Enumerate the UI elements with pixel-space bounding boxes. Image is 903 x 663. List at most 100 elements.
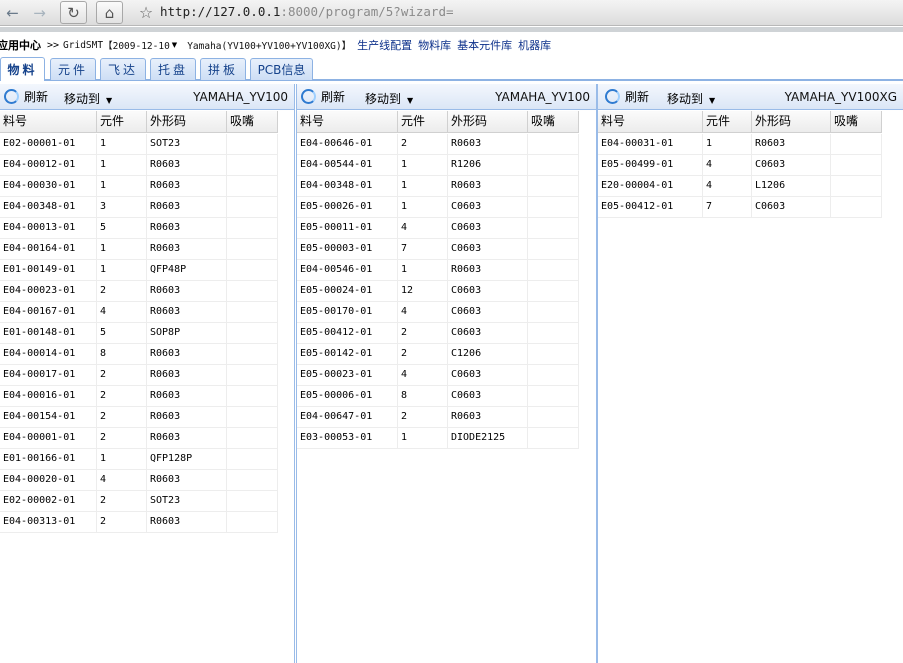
tab-feeder[interactable]: 飞达 [100,58,146,80]
table-row[interactable]: E04-00012-01 1 R0603 [0,155,278,176]
table-row[interactable]: E05-00006-01 8 C0603 [297,386,579,407]
cell-nozzle [227,386,278,407]
table-row[interactable]: E04-00154-01 2 R0603 [0,407,278,428]
col-header-component[interactable]: 元件 [398,111,448,133]
table-row[interactable]: E05-00412-01 2 C0603 [297,323,579,344]
table-row[interactable]: E04-00348-01 3 R0603 [0,197,278,218]
cell-part-no: E05-00499-01 [598,155,703,176]
cell-component: 2 [398,344,448,365]
table-row[interactable]: E05-00026-01 1 C0603 [297,197,579,218]
table-row[interactable]: E04-00313-01 2 R0603 [0,512,278,533]
link-component-library[interactable]: 基本元件库 [457,37,512,53]
table-row[interactable]: E02-00001-01 1 SOT23 [0,134,278,155]
col-header-package[interactable]: 外形码 [752,111,831,133]
table-row[interactable]: E05-00499-01 4 C0603 [598,155,882,176]
tab-pcb-info[interactable]: PCB信息 [250,58,313,80]
link-line-config[interactable]: 生产线配置 [357,37,412,53]
table-row[interactable]: E01-00148-01 5 SOP8P [0,323,278,344]
cell-part-no: E05-00170-01 [297,302,398,323]
table-row[interactable]: E04-00014-01 8 R0603 [0,344,278,365]
home-icon[interactable]: ⌂ [96,1,123,24]
col-header-component[interactable]: 元件 [703,111,752,133]
table-row[interactable]: E04-00167-01 4 R0603 [0,302,278,323]
table-row[interactable]: E03-00053-01 1 DIODE2125 [297,428,579,449]
col-header-package[interactable]: 外形码 [147,111,227,133]
table-row[interactable]: E04-00016-01 2 R0603 [0,386,278,407]
link-material-library[interactable]: 物料库 [418,37,451,53]
move-to-menu[interactable]: 移动到 ▼ [667,90,715,107]
table-row[interactable]: E05-00142-01 2 C1206 [297,344,579,365]
table-row[interactable]: E05-00412-01 7 C0603 [598,197,882,218]
breadcrumb-root[interactable]: 应用中心 [0,37,41,53]
cell-package: C0603 [448,239,528,260]
table-row[interactable]: E04-00017-01 2 R0603 [0,365,278,386]
table-row[interactable]: E01-00166-01 1 QFP128P [0,449,278,470]
cell-package: R0603 [147,407,227,428]
table-row[interactable]: E05-00024-01 12 C0603 [297,281,579,302]
refresh-button[interactable]: 刷新 [301,88,345,105]
table-row[interactable]: E05-00170-01 4 C0603 [297,302,579,323]
breadcrumb-date[interactable]: 【2009-12-10 [103,38,170,52]
table-row[interactable]: E04-00647-01 2 R0603 [297,407,579,428]
cell-component: 4 [703,155,752,176]
cell-component: 2 [97,386,147,407]
cell-nozzle [227,323,278,344]
cell-nozzle [528,407,579,428]
table-row[interactable]: E01-00149-01 1 QFP48P [0,260,278,281]
table-row[interactable]: E04-00030-01 1 R0603 [0,176,278,197]
col-header-component[interactable]: 元件 [97,111,147,133]
cell-component: 4 [398,302,448,323]
cell-component: 5 [97,323,147,344]
table-row[interactable]: E04-00031-01 1 R0603 [598,134,882,155]
bookmark-star-icon[interactable]: ☆ [134,1,158,24]
col-header-nozzle[interactable]: 吸嘴 [528,111,579,133]
cell-nozzle [528,239,579,260]
move-to-menu[interactable]: 移动到 ▼ [64,90,112,107]
refresh-button[interactable]: 刷新 [4,88,48,105]
forward-arrow-icon[interactable]: → [27,1,52,24]
chevron-down-icon[interactable]: ▼ [172,41,177,49]
table-row[interactable]: E04-00544-01 1 R1206 [297,155,579,176]
table-row[interactable]: E20-00004-01 4 L1206 [598,176,882,197]
cell-package: C0603 [752,155,831,176]
tab-material[interactable]: 物料 [0,57,45,81]
table-row[interactable]: E05-00003-01 7 C0603 [297,239,579,260]
tab-component[interactable]: 元件 [50,58,96,80]
cell-component: 8 [97,344,147,365]
col-header-part-no[interactable]: 料号 [297,111,398,133]
table-row[interactable]: E02-00002-01 2 SOT23 [0,491,278,512]
toolbar-separator [0,27,903,32]
table-row[interactable]: E04-00164-01 1 R0603 [0,239,278,260]
tab-tray[interactable]: 托盘 [150,58,196,80]
table-row[interactable]: E04-00001-01 2 R0603 [0,428,278,449]
reload-icon[interactable]: ↻ [60,1,87,24]
cell-part-no: E04-00017-01 [0,365,97,386]
table-row[interactable]: E04-00020-01 4 R0603 [0,470,278,491]
col-header-part-no[interactable]: 料号 [598,111,703,133]
table-row[interactable]: E04-00013-01 5 R0603 [0,218,278,239]
table-row[interactable]: E05-00011-01 4 C0603 [297,218,579,239]
cell-nozzle [227,281,278,302]
table-row[interactable]: E05-00023-01 4 C0603 [297,365,579,386]
address-bar[interactable]: http://127.0.0.1:8000/program/5?wizard= [160,4,454,19]
link-machine-library[interactable]: 机器库 [518,37,551,53]
panel-toolbar: 刷新 移动到 ▼ YAMAHA_YV100 [0,84,294,110]
col-header-package[interactable]: 外形码 [448,111,528,133]
cell-nozzle [528,197,579,218]
back-arrow-icon[interactable]: ← [0,1,25,24]
table-row[interactable]: E04-00646-01 2 R0603 [297,134,579,155]
col-header-nozzle[interactable]: 吸嘴 [227,111,278,133]
cell-package: C1206 [448,344,528,365]
move-to-menu[interactable]: 移动到 ▼ [365,90,413,107]
table-row[interactable]: E04-00348-01 1 R0603 [297,176,579,197]
tab-panel-board[interactable]: 拼板 [200,58,246,80]
cell-part-no: E04-00023-01 [0,281,97,302]
col-header-part-no[interactable]: 料号 [0,111,97,133]
cell-package: L1206 [752,176,831,197]
refresh-button[interactable]: 刷新 [605,88,649,105]
col-header-nozzle[interactable]: 吸嘴 [831,111,882,133]
table-row[interactable]: E04-00546-01 1 R0603 [297,260,579,281]
cell-component: 1 [97,155,147,176]
table-row[interactable]: E04-00023-01 2 R0603 [0,281,278,302]
cell-package: R0603 [147,155,227,176]
